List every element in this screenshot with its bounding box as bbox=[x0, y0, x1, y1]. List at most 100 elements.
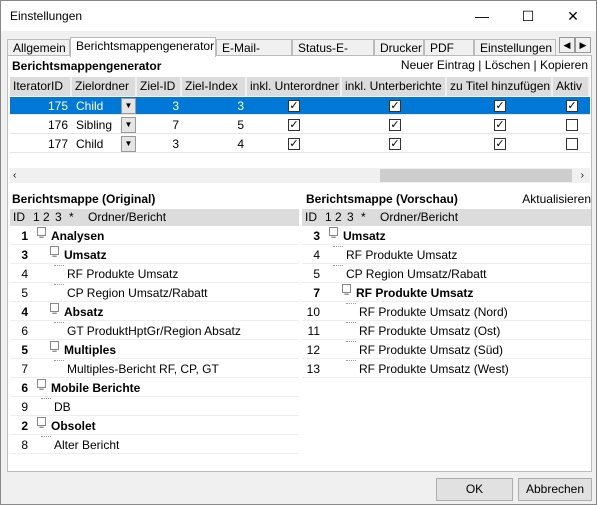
horizontal-scrollbar[interactable]: ‹ › bbox=[10, 168, 590, 183]
col-2[interactable]: 2 bbox=[43, 209, 50, 226]
col-id[interactable]: ID bbox=[305, 209, 317, 226]
col-id[interactable]: ID bbox=[13, 209, 25, 226]
collapse-icon[interactable]: − bbox=[50, 246, 59, 261]
tree-row[interactable]: 4 RF Produkte Umsatz bbox=[302, 246, 591, 264]
tree-connector bbox=[333, 246, 343, 247]
tree-row[interactable]: 6 GT ProduktHptGr/Region Absatz bbox=[10, 322, 299, 340]
col-ziel-index[interactable]: Ziel-Index bbox=[182, 77, 247, 96]
copy-link[interactable]: Kopieren bbox=[540, 58, 588, 72]
chevron-down-icon[interactable]: ▼ bbox=[121, 136, 136, 152]
collapse-icon[interactable]: − bbox=[37, 227, 46, 242]
col-3[interactable]: 3 bbox=[55, 209, 62, 226]
tree-row[interactable]: 8 Alter Bericht bbox=[10, 436, 299, 454]
tree-row[interactable]: 11 RF Produkte Umsatz (Ost) bbox=[302, 322, 591, 340]
col-star[interactable]: * bbox=[69, 209, 74, 226]
refresh-link[interactable]: Aktualisieren bbox=[522, 192, 591, 206]
tab-email-server[interactable]: E-Mail-Server bbox=[216, 39, 292, 71]
col-iteratorid[interactable]: IteratorID bbox=[10, 77, 72, 96]
col-zu-titel[interactable]: zu Titel hinzufügen bbox=[447, 77, 553, 96]
row-label: Multiples-Bericht RF, CP, GT bbox=[67, 362, 219, 376]
collapse-icon[interactable]: − bbox=[50, 303, 59, 318]
row-label: GT ProduktHptGr/Region Absatz bbox=[67, 324, 241, 338]
delete-link[interactable]: Löschen bbox=[485, 58, 530, 72]
title-bar: Einstellungen — ☐ ✕ bbox=[1, 1, 596, 31]
tree-row[interactable]: 5 − Multiples bbox=[10, 341, 299, 359]
tree-row[interactable]: 5 CP Region Umsatz/Rabatt bbox=[10, 284, 299, 302]
new-entry-link[interactable]: Neuer Eintrag bbox=[401, 58, 475, 72]
tab-allgemein[interactable]: Allgemein bbox=[7, 39, 70, 56]
tree-row[interactable]: 4 RF Produkte Umsatz bbox=[10, 265, 299, 283]
tab-scroll-right-icon[interactable]: ▶ bbox=[575, 37, 591, 53]
separator: | bbox=[478, 58, 482, 72]
iterator-id: 177 bbox=[47, 137, 68, 151]
tree-row[interactable]: 7 − RF Produkte Umsatz bbox=[302, 284, 591, 302]
ok-button[interactable]: OK bbox=[436, 478, 513, 501]
scrollbar-thumb[interactable] bbox=[380, 169, 572, 182]
chevron-down-icon[interactable]: ▼ bbox=[121, 117, 136, 133]
collapse-icon[interactable]: − bbox=[329, 227, 338, 242]
tree-row[interactable]: 9 DB bbox=[10, 398, 299, 416]
tree-row[interactable]: 1− Analysen bbox=[10, 227, 299, 245]
checkbox-titel[interactable]: ✓ bbox=[494, 100, 506, 112]
zielordner-value[interactable]: Child bbox=[76, 135, 103, 153]
scroll-right-icon[interactable]: › bbox=[581, 168, 584, 183]
grid-row[interactable]: 176 Sibling ▼ 7 5 ✓ ✓ ✓ bbox=[10, 116, 590, 134]
col-3[interactable]: 3 bbox=[347, 209, 354, 226]
tree-row[interactable]: 3− Umsatz bbox=[302, 227, 591, 245]
tree-row[interactable]: 12 RF Produkte Umsatz (Süd) bbox=[302, 341, 591, 359]
checkbox-aktiv[interactable]: ✓ bbox=[566, 100, 578, 112]
collapse-icon[interactable]: − bbox=[37, 379, 46, 394]
checkbox-unterordner[interactable]: ✓ bbox=[288, 119, 300, 131]
col-1[interactable]: 1 bbox=[33, 209, 40, 226]
col-zielordner[interactable]: Zielordner bbox=[72, 77, 137, 96]
zielordner-value[interactable]: Sibling bbox=[76, 116, 112, 134]
tree-row[interactable]: 7 Multiples-Bericht RF, CP, GT bbox=[10, 360, 299, 378]
collapse-icon[interactable]: − bbox=[342, 284, 351, 299]
tree-row[interactable]: 5 CP Region Umsatz/Rabatt bbox=[302, 265, 591, 283]
tree-row[interactable]: 13 RF Produkte Umsatz (West) bbox=[302, 360, 591, 378]
scroll-left-icon[interactable]: ‹ bbox=[13, 168, 16, 183]
close-icon[interactable]: ✕ bbox=[550, 1, 596, 31]
tree-row[interactable]: 2− Obsolet bbox=[10, 417, 299, 435]
col-1[interactable]: 1 bbox=[325, 209, 332, 226]
col-star[interactable]: * bbox=[361, 209, 366, 226]
col-ziel-id[interactable]: Ziel-ID bbox=[137, 77, 182, 96]
zielordner-value[interactable]: Child bbox=[76, 97, 103, 115]
checkbox-unterberichte[interactable]: ✓ bbox=[389, 138, 401, 150]
checkbox-unterordner[interactable]: ✓ bbox=[288, 100, 300, 112]
tree-row[interactable]: 6− Mobile Berichte bbox=[10, 379, 299, 397]
minimize-icon[interactable]: — bbox=[459, 1, 505, 31]
ziel-id: 7 bbox=[172, 118, 179, 132]
grid-row[interactable]: 175 Child ▼ 3 3 ✓ ✓ ✓ ✓ bbox=[10, 97, 590, 115]
checkbox-titel[interactable]: ✓ bbox=[494, 138, 506, 150]
checkbox-unterberichte[interactable]: ✓ bbox=[389, 119, 401, 131]
col-ordner-bericht[interactable]: Ordner/Bericht bbox=[88, 209, 166, 226]
tab-einstellungen[interactable]: Einstellungen bbox=[474, 39, 556, 56]
collapse-icon[interactable]: − bbox=[37, 417, 46, 432]
tree-row[interactable]: 10 RF Produkte Umsatz (Nord) bbox=[302, 303, 591, 321]
checkbox-aktiv[interactable] bbox=[566, 138, 578, 150]
chevron-down-icon[interactable]: ▼ bbox=[121, 98, 136, 114]
tab-pdf[interactable]: PDF bbox=[424, 39, 474, 56]
col-inkl-unterordner[interactable]: inkl. Unterordner bbox=[247, 77, 342, 96]
tree-row[interactable]: 3− Umsatz bbox=[10, 246, 299, 264]
checkbox-unterberichte[interactable]: ✓ bbox=[389, 100, 401, 112]
col-2[interactable]: 2 bbox=[335, 209, 342, 226]
checkbox-unterordner[interactable]: ✓ bbox=[288, 138, 300, 150]
checkbox-aktiv[interactable] bbox=[566, 119, 578, 131]
tab-scroll-left-icon[interactable]: ◀ bbox=[559, 37, 575, 53]
row-id: 1 bbox=[21, 229, 28, 243]
collapse-icon[interactable]: − bbox=[50, 341, 59, 356]
maximize-icon[interactable]: ☐ bbox=[505, 1, 551, 31]
tab-status-email[interactable]: Status-E-Mail bbox=[292, 39, 374, 71]
cancel-button[interactable]: Abbrechen bbox=[518, 478, 592, 501]
tab-drucker[interactable]: Drucker bbox=[374, 39, 424, 56]
tree-row[interactable]: 4 − Absatz bbox=[10, 303, 299, 321]
ziel-id: 3 bbox=[172, 99, 179, 113]
tab-berichtsmappengenerator[interactable]: Berichtsmappengenerator bbox=[70, 37, 216, 57]
checkbox-titel[interactable]: ✓ bbox=[494, 119, 506, 131]
col-ordner-bericht[interactable]: Ordner/Bericht bbox=[380, 209, 458, 226]
col-inkl-unterberichte[interactable]: inkl. Unterberichte bbox=[342, 77, 447, 96]
grid-row[interactable]: 177 Child ▼ 3 4 ✓ ✓ ✓ bbox=[10, 135, 590, 153]
col-aktiv[interactable]: Aktiv bbox=[553, 77, 590, 96]
